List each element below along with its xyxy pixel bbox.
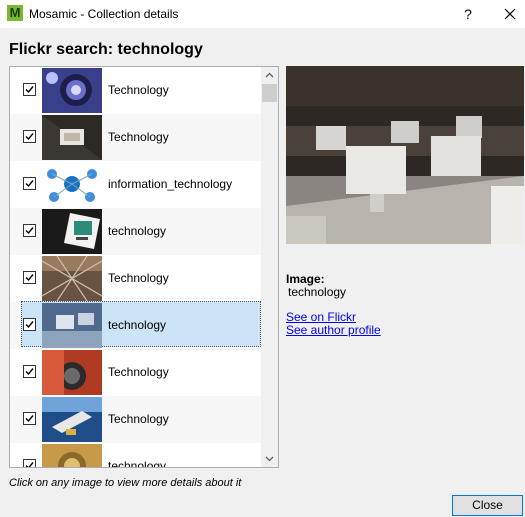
checkmark-icon: [25, 462, 34, 467]
image-title-value: technology: [288, 285, 347, 299]
item-thumbnail[interactable]: [42, 303, 102, 348]
list-item[interactable]: Technology: [10, 255, 262, 302]
item-label: Technology: [108, 271, 169, 285]
close-window-button[interactable]: [496, 2, 524, 26]
list-item[interactable]: technology: [10, 443, 262, 467]
item-checkbox[interactable]: [23, 318, 36, 331]
app-icon: M: [7, 5, 23, 21]
list-item[interactable]: Technology: [10, 349, 262, 396]
thumbnail-image: [42, 209, 102, 254]
item-label: information_technology: [108, 177, 233, 191]
checkmark-icon: [25, 133, 34, 141]
list-item[interactable]: Technology: [10, 396, 262, 443]
item-label: Technology: [108, 365, 169, 379]
checkmark-icon: [25, 86, 34, 94]
scrollbar-thumb[interactable]: [262, 84, 277, 102]
list-item[interactable]: Technology: [10, 114, 262, 161]
item-checkbox[interactable]: [23, 412, 36, 425]
thumbnail-image: [42, 256, 102, 301]
item-label: Technology: [108, 412, 169, 426]
item-thumbnail[interactable]: [42, 444, 102, 467]
help-button[interactable]: ?: [456, 2, 480, 26]
item-label: technology: [108, 459, 167, 467]
thumbnail-image: [42, 162, 102, 207]
chevron-down-icon: [265, 456, 274, 462]
item-thumbnail[interactable]: [42, 162, 102, 207]
thumbnail-image: [42, 350, 102, 395]
title-bar: M Mosamic - Collection details ?: [0, 0, 525, 28]
item-checkbox[interactable]: [23, 224, 36, 237]
hint-text: Click on any image to view more details …: [9, 477, 242, 489]
checkmark-icon: [25, 321, 34, 329]
image-list-rows: Technology Technology information_technolo…: [10, 67, 262, 467]
thumbnail-image: [42, 444, 102, 467]
checkmark-icon: [25, 415, 34, 423]
checkmark-icon: [25, 368, 34, 376]
see-author-profile-link[interactable]: See author profile: [286, 323, 381, 337]
item-label: Technology: [108, 130, 169, 144]
close-icon: [504, 8, 516, 20]
checkmark-icon: [25, 180, 34, 188]
page-title: Flickr search: technology: [9, 41, 203, 58]
item-checkbox[interactable]: [23, 83, 36, 96]
list-item[interactable]: Technology: [10, 67, 262, 114]
item-checkbox[interactable]: [23, 365, 36, 378]
scroll-down-button[interactable]: [261, 450, 278, 467]
image-list: Technology Technology information_technolo…: [9, 66, 279, 468]
scroll-up-button[interactable]: [261, 67, 278, 84]
checkmark-icon: [25, 274, 34, 282]
thumbnail-image: [42, 115, 102, 160]
image-preview[interactable]: [286, 66, 524, 244]
item-label: Technology: [108, 83, 169, 97]
item-checkbox[interactable]: [23, 271, 36, 284]
item-thumbnail[interactable]: [42, 209, 102, 254]
list-item[interactable]: information_technology: [10, 161, 262, 208]
item-checkbox[interactable]: [23, 177, 36, 190]
item-checkbox[interactable]: [23, 130, 36, 143]
item-label: technology: [108, 318, 167, 332]
list-item[interactable]: technology: [10, 301, 262, 349]
item-thumbnail[interactable]: [42, 350, 102, 395]
vertical-scrollbar[interactable]: [261, 67, 278, 467]
thumbnail-image: [42, 68, 102, 113]
item-label: technology: [108, 224, 167, 238]
item-thumbnail[interactable]: [42, 256, 102, 301]
thumbnail-image: [42, 397, 102, 442]
window-title: Mosamic - Collection details: [29, 7, 179, 21]
item-thumbnail[interactable]: [42, 115, 102, 160]
item-checkbox[interactable]: [23, 459, 36, 467]
chevron-up-icon: [265, 72, 274, 78]
see-on-flickr-link[interactable]: See on Flickr: [286, 310, 356, 324]
item-thumbnail[interactable]: [42, 68, 102, 113]
checkmark-icon: [25, 227, 34, 235]
close-button[interactable]: Close: [452, 495, 523, 516]
list-item[interactable]: technology: [10, 208, 262, 255]
computer-lab-photo: [286, 66, 524, 244]
thumbnail-image: [42, 303, 102, 348]
item-thumbnail[interactable]: [42, 397, 102, 442]
image-label: Image:: [286, 272, 325, 286]
